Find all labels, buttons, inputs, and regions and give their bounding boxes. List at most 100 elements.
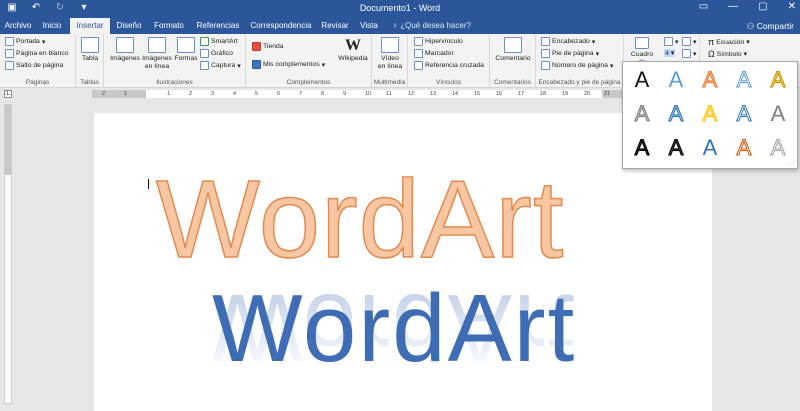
wordart-style-option[interactable]: A bbox=[729, 66, 759, 94]
group-vinculos: Hipervínculo Marcador Referencia cruzada… bbox=[408, 34, 490, 88]
referencia-cruzada-label: Referencia cruzada bbox=[425, 62, 484, 69]
captura-button[interactable]: Captura ▾ bbox=[200, 61, 241, 70]
tab-revisar[interactable]: Revisar bbox=[319, 18, 351, 34]
smartart-button[interactable]: SmartArt bbox=[200, 37, 238, 46]
tab-formato[interactable]: Formato bbox=[151, 18, 187, 34]
encabezado-button[interactable]: Encabezado ▾ bbox=[541, 37, 595, 46]
smartart-label: SmartArt bbox=[211, 38, 238, 45]
grafico-button[interactable]: Gráfico bbox=[200, 49, 233, 58]
wordart-blue-reflection: WordArt bbox=[212, 274, 577, 381]
blank-page-icon bbox=[5, 49, 14, 58]
tab-diseno[interactable]: Diseño bbox=[113, 18, 145, 34]
wordart-style-option[interactable]: A bbox=[661, 100, 691, 128]
ribbon-display-options-icon[interactable]: ▭ bbox=[699, 1, 708, 12]
comentario-button[interactable]: Comentario bbox=[493, 37, 533, 63]
wordart-style-option[interactable]: A bbox=[763, 100, 793, 128]
wordart-style-option[interactable]: A bbox=[763, 134, 793, 162]
wordart-style-option[interactable]: A bbox=[627, 134, 657, 162]
wordart-style-option[interactable]: A bbox=[695, 66, 725, 94]
hyperlink-icon bbox=[414, 37, 423, 46]
quick-parts-button[interactable]: ▾ bbox=[664, 37, 678, 46]
ruler-number: 5 bbox=[255, 91, 259, 97]
wordart-style-option[interactable]: A bbox=[661, 134, 691, 162]
grafico-label: Gráfico bbox=[211, 50, 233, 57]
maximize-icon[interactable]: ▢ bbox=[758, 1, 767, 12]
captura-label: Captura bbox=[211, 62, 236, 69]
tab-referencias[interactable]: Referencias bbox=[194, 18, 242, 34]
encabezado-label: Encabezado bbox=[552, 38, 590, 45]
ruler-number: 2 bbox=[189, 91, 193, 97]
simbolo-label: Símbolo bbox=[716, 50, 742, 58]
salto-de-pagina-button[interactable]: Salto de página bbox=[5, 61, 63, 70]
mis-complementos-label: Mis complementos bbox=[263, 61, 320, 68]
tab-archivo[interactable]: Archivo bbox=[2, 18, 34, 34]
group-ilustraciones: Imágenes Imágenes en línea Formas SmartAr… bbox=[104, 34, 246, 88]
wikipedia-icon: W bbox=[345, 37, 361, 54]
imagenes-button[interactable]: Imágenes bbox=[110, 37, 140, 63]
tab-correspondencia[interactable]: Correspondencia bbox=[248, 18, 314, 34]
wikipedia-label: Wikipedia bbox=[338, 55, 368, 62]
table-icon bbox=[81, 37, 99, 53]
bookmark-icon bbox=[414, 49, 423, 58]
ruler-number: 14 bbox=[452, 91, 459, 97]
tab-vista[interactable]: Vista bbox=[356, 18, 382, 34]
text-cursor bbox=[148, 179, 149, 189]
quick-parts-icon bbox=[664, 37, 673, 46]
portada-button[interactable]: Portada ▾ bbox=[5, 37, 45, 46]
object-button[interactable]: ▾ bbox=[682, 49, 696, 58]
text-box-icon bbox=[635, 37, 649, 49]
ruler-margin-left bbox=[92, 90, 146, 98]
share-button[interactable]: ⚇ Compartir bbox=[747, 18, 794, 34]
hipervinculo-button[interactable]: Hipervínculo bbox=[414, 37, 463, 46]
simbolo-button[interactable]: Ω Símbolo ▾ bbox=[708, 49, 747, 59]
page-break-icon bbox=[5, 61, 14, 70]
tabla-button[interactable]: Tabla bbox=[80, 37, 100, 63]
tell-me-box[interactable]: ♀ ¿Qué desea hacer? bbox=[392, 18, 471, 34]
document-page[interactable]: WordArt WordArt WordArt bbox=[94, 113, 712, 411]
wordart-style-option[interactable]: A bbox=[661, 66, 691, 94]
wordart-orange[interactable]: WordArt bbox=[155, 164, 564, 276]
wordart-style-option[interactable]: A bbox=[763, 66, 793, 94]
ruler-number: 4 bbox=[233, 91, 237, 97]
wordart-style-option[interactable]: A bbox=[627, 100, 657, 128]
tab-selector[interactable]: L bbox=[4, 90, 12, 98]
resize-grip-icon[interactable]: ⋰ bbox=[789, 160, 795, 167]
group-label-vinculos: Vínculos bbox=[436, 79, 461, 86]
close-icon[interactable]: ✕ bbox=[788, 1, 796, 12]
share-label: Compartir bbox=[756, 21, 794, 31]
formas-button[interactable]: Formas bbox=[174, 37, 198, 63]
wordart-button[interactable]: 4 ▾ bbox=[664, 49, 676, 57]
referencia-cruzada-button[interactable]: Referencia cruzada bbox=[414, 61, 484, 70]
wordart-style-option[interactable]: A bbox=[627, 66, 657, 94]
numero-de-pagina-label: Número de página bbox=[552, 62, 608, 69]
tell-me-text: ¿Qué desea hacer? bbox=[400, 21, 471, 30]
marcador-button[interactable]: Marcador bbox=[414, 49, 454, 58]
dropdown-arrow-icon: ▾ bbox=[670, 50, 675, 57]
wordart-style-option[interactable]: A bbox=[729, 134, 759, 162]
imagenes-en-linea-button[interactable]: Imágenes en línea bbox=[142, 37, 172, 70]
pictures-icon bbox=[116, 37, 134, 53]
tab-inicio[interactable]: Inicio bbox=[38, 18, 66, 34]
pagina-en-blanco-button[interactable]: Página en blanco bbox=[5, 49, 69, 58]
numero-de-pagina-button[interactable]: Número de página ▾ bbox=[541, 61, 613, 70]
horizontal-ruler[interactable]: 2 1 1 2 3 4 5 6 7 8 9 10 11 12 13 14 15 … bbox=[92, 90, 622, 98]
wikipedia-button[interactable]: W Wikipedia bbox=[336, 37, 370, 63]
mis-complementos-button[interactable]: Mis complementos ▾ bbox=[252, 60, 325, 69]
video-en-linea-button[interactable]: Vídeo en línea bbox=[376, 37, 404, 70]
signature-line-button[interactable]: ▾ bbox=[682, 37, 696, 46]
tab-insertar[interactable]: Insertar bbox=[70, 18, 110, 34]
minimize-icon[interactable]: — bbox=[728, 1, 738, 12]
group-label-encabezado: Encabezado y pie de página bbox=[538, 79, 621, 86]
ecuacion-button[interactable]: π Ecuación ▾ bbox=[708, 37, 750, 47]
portada-label: Portada bbox=[16, 38, 40, 45]
chart-icon bbox=[200, 49, 209, 58]
vertical-ruler[interactable] bbox=[4, 104, 12, 404]
pie-de-pagina-button[interactable]: Pie de página ▾ bbox=[541, 49, 599, 58]
object-icon bbox=[682, 49, 691, 58]
wordart-style-option[interactable]: A bbox=[729, 100, 759, 128]
tienda-button[interactable]: Tienda bbox=[252, 42, 284, 51]
group-label-paginas: Páginas bbox=[25, 79, 50, 86]
wordart-style-option[interactable]: A bbox=[695, 134, 725, 162]
wordart-style-option[interactable]: A bbox=[695, 100, 725, 128]
ruler-number: 2 bbox=[102, 91, 106, 97]
